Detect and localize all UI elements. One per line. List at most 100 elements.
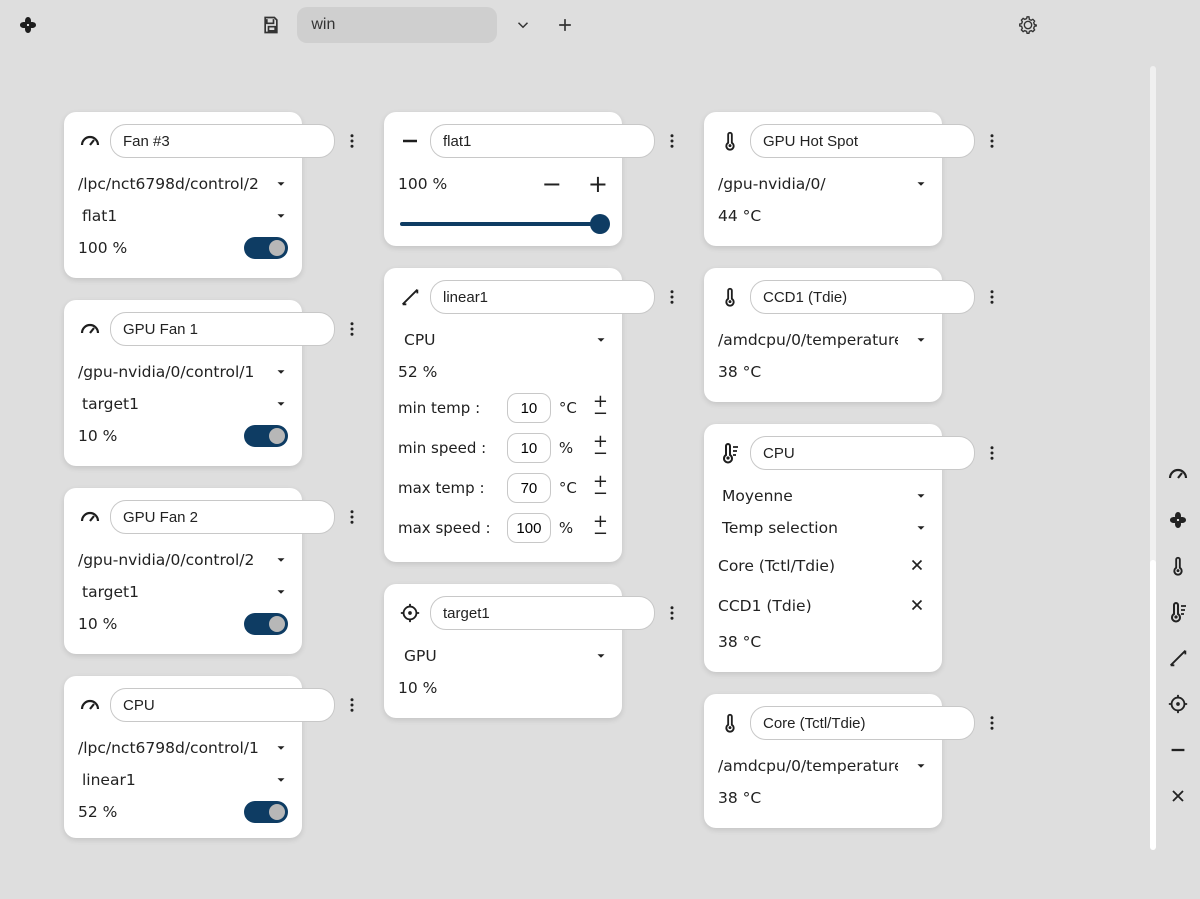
config-name-input[interactable] — [297, 7, 497, 43]
temp-picker[interactable]: Temp selection — [718, 512, 928, 544]
type-sidebar — [1164, 460, 1192, 810]
temp-value: 38 °C — [718, 363, 761, 381]
linear-name-input[interactable] — [430, 280, 655, 314]
thermometer-icon — [718, 129, 742, 153]
control-toggle[interactable] — [244, 801, 288, 823]
custom-temp-entry: CCD1 (Tdie) — [718, 597, 812, 615]
control-toggle[interactable] — [244, 425, 288, 447]
control-toggle[interactable] — [244, 237, 288, 259]
custom-temp-card: Moyenne Temp selection Core (Tctl/Tdie) … — [704, 424, 942, 672]
control-card: /gpu-nvidia/0/control/2 target1 10 % — [64, 488, 302, 654]
linear-icon — [398, 285, 422, 309]
add-linear-button[interactable] — [1164, 644, 1192, 672]
config-dropdown[interactable] — [507, 9, 539, 41]
hardware-select[interactable]: /lpc/nct6798d/control/1 — [78, 732, 288, 764]
decrement-button[interactable]: − — [542, 170, 562, 198]
control-percent: 10 % — [78, 615, 117, 633]
step-down[interactable]: − — [593, 449, 608, 459]
flat-icon — [398, 129, 422, 153]
control-name-input[interactable] — [110, 500, 335, 534]
hardware-select[interactable]: /gpu-nvidia/0/control/2 — [78, 544, 288, 576]
temp-name-input[interactable] — [750, 124, 975, 158]
temp-hardware-select[interactable]: /amdcpu/0/temperature/2 — [718, 750, 928, 782]
control-toggle[interactable] — [244, 613, 288, 635]
card-menu[interactable] — [343, 315, 361, 343]
thermometer-icon — [718, 711, 742, 735]
app-logo — [16, 13, 40, 37]
control-card: /lpc/nct6798d/control/2 flat1 100 % — [64, 112, 302, 278]
temp-value: 38 °C — [718, 789, 761, 807]
aggregation-select[interactable]: Moyenne — [718, 480, 928, 512]
add-fan-button[interactable] — [1164, 506, 1192, 534]
temp-name-input[interactable] — [750, 706, 975, 740]
temp-card: /amdcpu/0/temperature/2 38 °C — [704, 694, 942, 828]
behavior-select[interactable]: linear1 — [78, 764, 288, 796]
target-name-input[interactable] — [430, 596, 655, 630]
flat-name-input[interactable] — [430, 124, 655, 158]
temp-hardware-select[interactable]: /amdcpu/0/temperature/4 — [718, 324, 928, 356]
control-name-input[interactable] — [110, 124, 335, 158]
add-custom-temp-button[interactable] — [1164, 598, 1192, 626]
temp-unit: °C — [559, 479, 585, 497]
target-behavior-card: GPU 10 % — [384, 584, 622, 718]
hardware-select[interactable]: /lpc/nct6798d/control/2 — [78, 168, 288, 200]
hardware-select[interactable]: /gpu-nvidia/0/control/1 — [78, 356, 288, 388]
card-menu[interactable] — [343, 127, 361, 155]
card-menu[interactable] — [343, 691, 361, 719]
new-config-button[interactable] — [549, 9, 581, 41]
settings-button[interactable] — [1012, 9, 1044, 41]
card-menu[interactable] — [983, 127, 1001, 155]
add-control-button[interactable] — [1164, 460, 1192, 488]
control-card: /gpu-nvidia/0/control/1 target1 10 % — [64, 300, 302, 466]
min-temp-input[interactable] — [507, 393, 551, 423]
min-temp-label: min temp : — [398, 399, 499, 417]
control-name-input[interactable] — [110, 312, 335, 346]
card-menu[interactable] — [983, 709, 1001, 737]
add-target-button[interactable] — [1164, 690, 1192, 718]
add-flat-button[interactable] — [1164, 736, 1192, 764]
temp-value: 44 °C — [718, 207, 761, 225]
target-icon — [398, 601, 422, 625]
min-speed-label: min speed : — [398, 439, 499, 457]
step-down[interactable]: − — [593, 529, 608, 539]
linear-behavior-card: CPU 52 % min temp : °C +− min speed : % … — [384, 268, 622, 562]
control-percent: 100 % — [78, 239, 127, 257]
min-speed-input[interactable] — [507, 433, 551, 463]
save-button[interactable] — [255, 9, 287, 41]
target-percent: 10 % — [398, 679, 437, 697]
step-down[interactable]: − — [593, 409, 608, 419]
behavior-select[interactable]: flat1 — [78, 200, 288, 232]
card-menu[interactable] — [983, 283, 1001, 311]
card-menu[interactable] — [663, 127, 681, 155]
linear-percent: 52 % — [398, 363, 437, 381]
step-down[interactable]: − — [593, 489, 608, 499]
speed-icon — [78, 129, 102, 153]
temp-name-input[interactable] — [750, 280, 975, 314]
temp-hardware-select[interactable]: /gpu-nvidia/0/ — [718, 168, 928, 200]
control-percent: 52 % — [78, 803, 117, 821]
flat-behavior-card: 100 % − + — [384, 112, 622, 246]
flat-slider[interactable] — [400, 222, 606, 226]
behavior-select[interactable]: target1 — [78, 388, 288, 420]
add-temp-button[interactable] — [1164, 552, 1192, 580]
temp-card: /amdcpu/0/temperature/4 38 °C — [704, 268, 942, 402]
control-name-input[interactable] — [110, 688, 335, 722]
remove-entry-button[interactable] — [908, 556, 928, 576]
target-source-select[interactable]: GPU — [398, 640, 608, 672]
linear-source-select[interactable]: CPU — [398, 324, 608, 356]
temp-unit: °C — [559, 399, 585, 417]
card-menu[interactable] — [663, 283, 681, 311]
speed-icon — [78, 505, 102, 529]
custom-temp-name-input[interactable] — [750, 436, 975, 470]
card-menu[interactable] — [983, 439, 1001, 467]
card-menu[interactable] — [343, 503, 361, 531]
remove-entry-button[interactable] — [908, 596, 928, 616]
behavior-select[interactable]: target1 — [78, 576, 288, 608]
max-speed-label: max speed : — [398, 519, 499, 537]
thermometer-icon — [718, 285, 742, 309]
max-speed-input[interactable] — [507, 513, 551, 543]
max-temp-input[interactable] — [507, 473, 551, 503]
close-sidebar-button[interactable] — [1164, 782, 1192, 810]
card-menu[interactable] — [663, 599, 681, 627]
increment-button[interactable]: + — [588, 170, 608, 198]
